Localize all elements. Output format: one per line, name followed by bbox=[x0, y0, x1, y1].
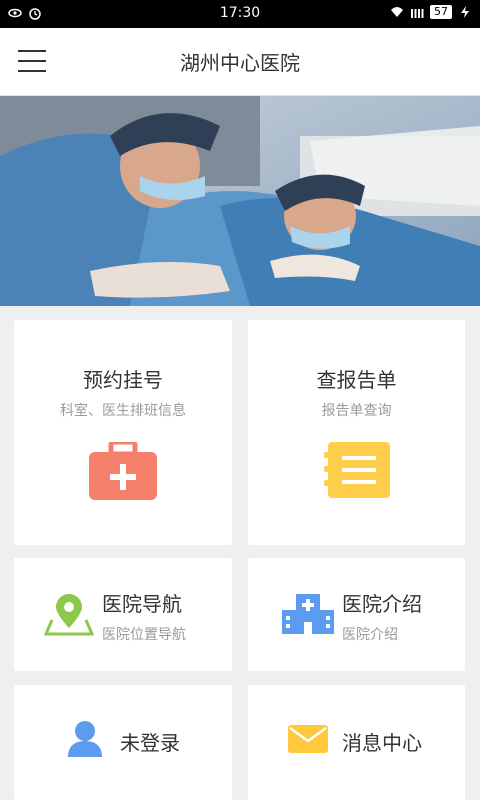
medical-kit-icon bbox=[89, 442, 157, 500]
charging-icon bbox=[461, 6, 469, 18]
status-bar: 17:30 57 bbox=[0, 0, 480, 28]
app-header: 湖州中心医院 bbox=[0, 28, 480, 96]
user-icon bbox=[68, 721, 102, 757]
surgery-photo bbox=[0, 96, 480, 306]
intro-subtitle: 医院介绍 bbox=[342, 627, 398, 643]
report-document-icon bbox=[323, 442, 390, 498]
intro-title: 医院介绍 bbox=[342, 592, 422, 616]
report-card[interactable]: 查报告单 报告单查询 bbox=[248, 320, 465, 545]
intro-card[interactable]: 医院介绍 医院介绍 bbox=[248, 558, 465, 671]
battery-level: 57 bbox=[430, 5, 452, 19]
messages-card[interactable]: 消息中心 bbox=[248, 685, 465, 800]
navigation-card[interactable]: 医院导航 医院位置导航 bbox=[14, 558, 232, 671]
wifi-icon bbox=[391, 7, 403, 17]
page-title: 湖州中心医院 bbox=[180, 51, 300, 75]
appointment-card[interactable]: 预约挂号 科室、医生排班信息 bbox=[14, 320, 232, 545]
signal-icon bbox=[411, 9, 424, 18]
hospital-building-icon bbox=[282, 594, 334, 634]
navigation-title: 医院导航 bbox=[102, 592, 182, 616]
status-right-icons: 57 bbox=[390, 5, 472, 19]
login-title: 未登录 bbox=[120, 731, 180, 755]
banner-image[interactable] bbox=[0, 96, 480, 306]
navigation-subtitle: 医院位置导航 bbox=[102, 627, 186, 643]
appointment-title: 预约挂号 bbox=[83, 368, 163, 392]
login-card[interactable]: 未登录 bbox=[14, 685, 232, 800]
map-pin-icon bbox=[44, 594, 94, 636]
appointment-subtitle: 科室、医生排班信息 bbox=[60, 403, 186, 419]
report-subtitle: 报告单查询 bbox=[321, 403, 392, 419]
messages-title: 消息中心 bbox=[342, 731, 422, 755]
mail-icon bbox=[288, 725, 328, 753]
report-title: 查报告单 bbox=[316, 368, 397, 392]
